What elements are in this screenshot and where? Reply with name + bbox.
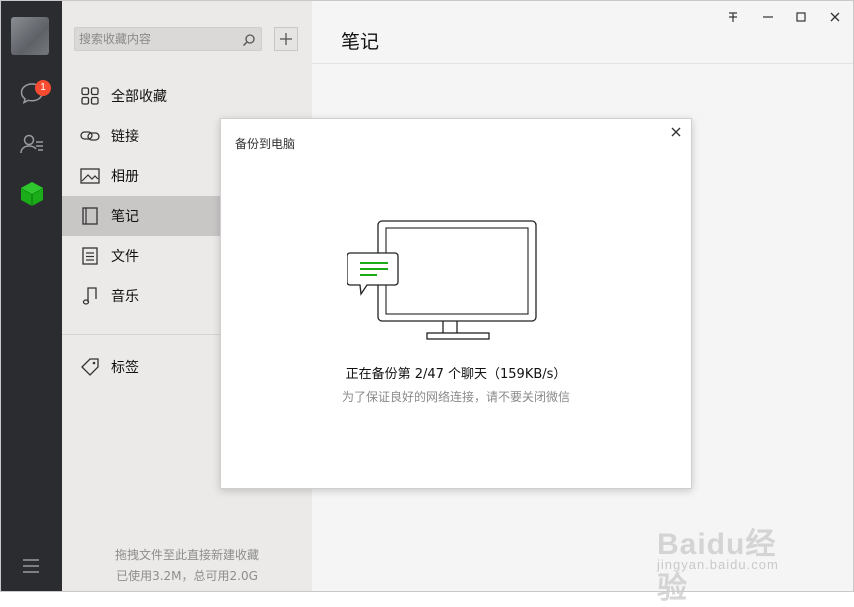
- computer-backup-illustration: [346, 219, 539, 343]
- favorites-cube-icon[interactable]: [18, 180, 46, 208]
- left-rail: 1: [1, 1, 62, 591]
- contacts-icon[interactable]: [18, 130, 46, 158]
- sidebar-item-label: 文件: [111, 249, 139, 265]
- sidebar-item-label: 音乐: [111, 289, 139, 305]
- sidebar-item-label: 链接: [111, 129, 139, 145]
- plus-icon: [280, 33, 292, 45]
- sidebar-item-all[interactable]: 全部收藏: [62, 76, 312, 116]
- watermark-sub: jingyan.baidu.com: [657, 557, 779, 572]
- link-icon: [80, 126, 100, 146]
- page-title: 笔记: [341, 31, 380, 53]
- avatar[interactable]: [11, 17, 49, 55]
- tag-icon: [80, 357, 100, 377]
- pin-icon[interactable]: [723, 8, 743, 26]
- sidebar-item-notes[interactable]: 笔记: [62, 196, 220, 236]
- backup-hint: 为了保证良好的网络连接，请不要关闭微信: [341, 390, 570, 404]
- close-icon[interactable]: [669, 125, 683, 139]
- note-icon: [80, 206, 100, 226]
- maximize-icon[interactable]: [791, 8, 811, 26]
- search-input[interactable]: [79, 30, 235, 48]
- search-box: [74, 27, 262, 51]
- sidebar-item-label: 标签: [111, 360, 139, 376]
- close-icon[interactable]: [825, 8, 845, 26]
- add-favorite-button[interactable]: [274, 27, 298, 51]
- baidu-watermark: Baidu经验 jingyan.baidu.com: [657, 519, 807, 605]
- wechat-window: 1 全部收藏: [0, 0, 854, 605]
- unread-badge: 1: [35, 80, 51, 96]
- sidebar-item-label: 全部收藏: [111, 89, 167, 105]
- menu-icon[interactable]: [21, 557, 41, 575]
- grid-icon: [80, 86, 100, 106]
- image-icon: [80, 166, 100, 186]
- storage-usage: 已使用3.2M，总可用2.0G: [116, 569, 258, 583]
- backup-status: 正在备份第 2/47 个聊天（159KB/s）: [345, 367, 567, 382]
- drag-hint: 拖拽文件至此直接新建收藏: [114, 548, 259, 562]
- music-icon: [80, 286, 100, 306]
- backup-dialog: 备份到电脑 正在备份第 2/47 个聊天（159KB/s） 为了保证良好的网络连…: [220, 118, 692, 489]
- minimize-icon[interactable]: [758, 8, 778, 26]
- search-icon[interactable]: [242, 32, 256, 46]
- dialog-title: 备份到电脑: [235, 137, 296, 151]
- sidebar-item-label: 笔记: [111, 209, 139, 225]
- file-icon: [80, 246, 100, 266]
- sidebar-item-label: 相册: [111, 169, 139, 185]
